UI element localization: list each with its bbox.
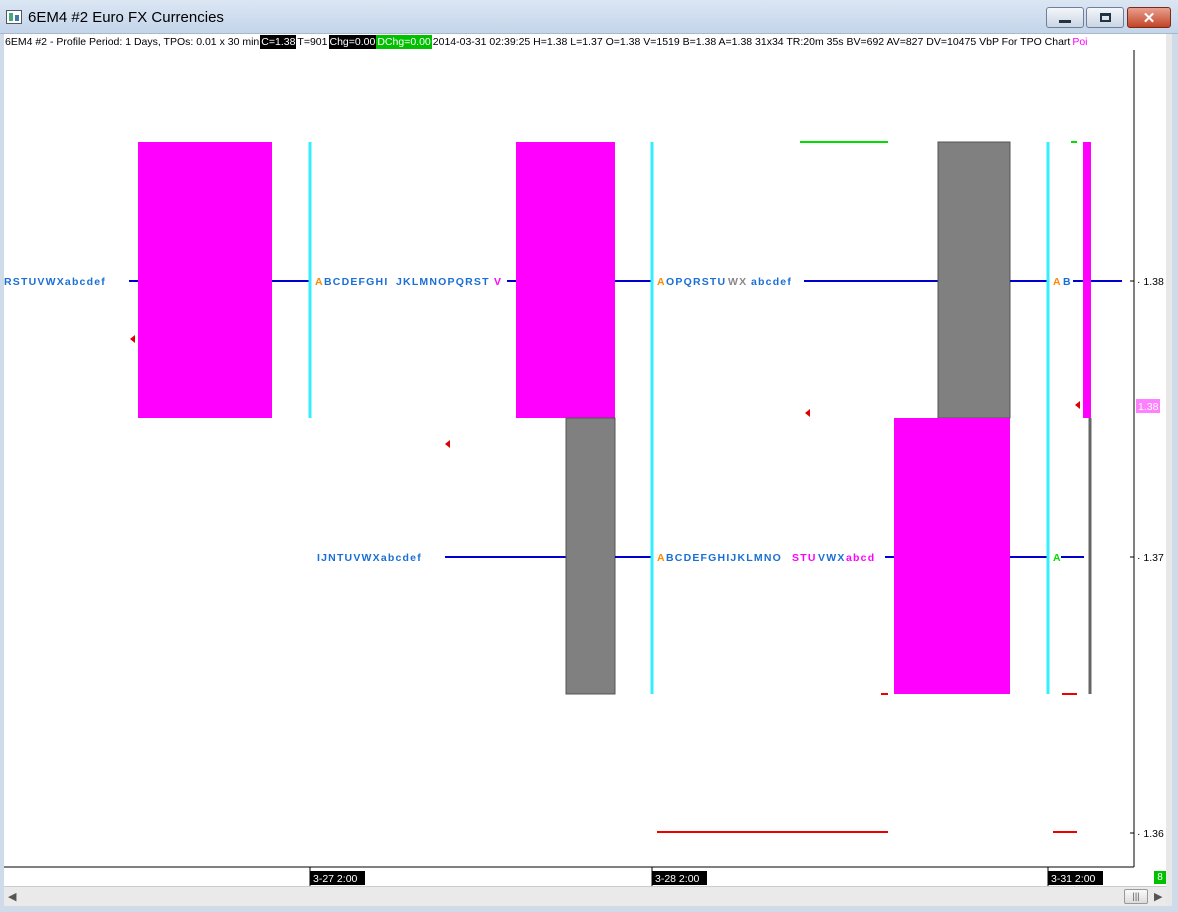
tpo-letters-day3-low-d: abcd [846,552,875,564]
tpo-letters-day3-low-b: STU [792,552,817,564]
tpo-letters-day2-low: IJNTUVWXabcdef [317,552,422,564]
volume-bar-day3-upper [937,141,1011,419]
maximize-button[interactable] [1086,7,1124,28]
tpo-letters-day3b: WX [728,276,747,288]
volume-bar-day3-lower [894,418,1010,694]
volume-bar-day1-upper [138,142,272,418]
volume-bar-day2-lower [565,417,616,695]
tpo-open-letter-day4-low: A [1053,552,1061,564]
status-indicator: 8 [1154,871,1166,884]
minimize-icon [1059,20,1071,23]
volume-bar-day4-upper [1083,142,1091,418]
close-button[interactable]: ✕ [1127,7,1171,28]
marker-day4 [1075,401,1080,409]
tpo-open-letter-day4: A [1053,276,1061,288]
time-label-2: 3-28 2:00 [655,873,700,885]
tpo-open-letter-day3-low: A [657,552,665,564]
tpo-close-letter-day2: V [494,276,501,288]
scroll-left-icon[interactable]: ◀ [8,890,16,903]
tpo-chart[interactable]: RSTUVWXabcdef A BCDEFGHI JKLMNOPQRST V I… [4,34,1170,886]
marker-day3 [805,409,810,417]
close-icon: ✕ [1142,9,1156,27]
chart-area[interactable]: 6EM4 #2 - Profile Period: 1 Days, TPOs: … [4,34,1170,906]
minimize-button[interactable] [1046,7,1084,28]
maximize-icon [1099,13,1111,22]
marker-day2 [445,440,450,448]
window-title: 6EM4 #2 Euro FX Currencies [28,9,224,26]
price-label-1: · 1.38 [1137,276,1164,288]
marker-day1 [130,335,135,343]
window-right-edge [1166,34,1172,906]
tpo-open-letter-day2: A [315,276,323,288]
tpo-letters-day3-low-a: BCDEFGHIJKLMNO [666,552,782,564]
tpo-letters-day1: RSTUVWXabcdef [4,276,106,288]
title-bar: 6EM4 #2 Euro FX Currencies ✕ [0,0,1178,34]
app-chart-icon[interactable] [6,10,22,24]
scroll-right-icon[interactable]: ▶ [1154,890,1162,903]
tpo-open-letter-day3: A [657,276,665,288]
tpo-letters-day3-low-c: VWX [818,552,846,564]
current-price-label: 1.38 [1138,401,1159,413]
tpo-letters-day4: B [1063,276,1071,288]
time-label-1: 3-27 2:00 [313,873,358,885]
tpo-letters-day2a: BCDEFGHI [324,276,388,288]
horizontal-scrollbar[interactable]: ◀ ||| ▶ [4,886,1170,906]
price-label-3: · 1.36 [1137,828,1164,840]
volume-bar-day2-upper [516,142,615,418]
time-label-3: 3-31 2:00 [1051,873,1096,885]
tpo-letters-day3a: OPQRSTU [666,276,726,288]
tpo-letters-day3c: abcdef [751,276,792,288]
tpo-letters-day2b: JKLMNOPQRST [396,276,490,288]
scroll-thumb[interactable]: ||| [1124,889,1148,904]
price-label-2: · 1.37 [1137,552,1164,564]
